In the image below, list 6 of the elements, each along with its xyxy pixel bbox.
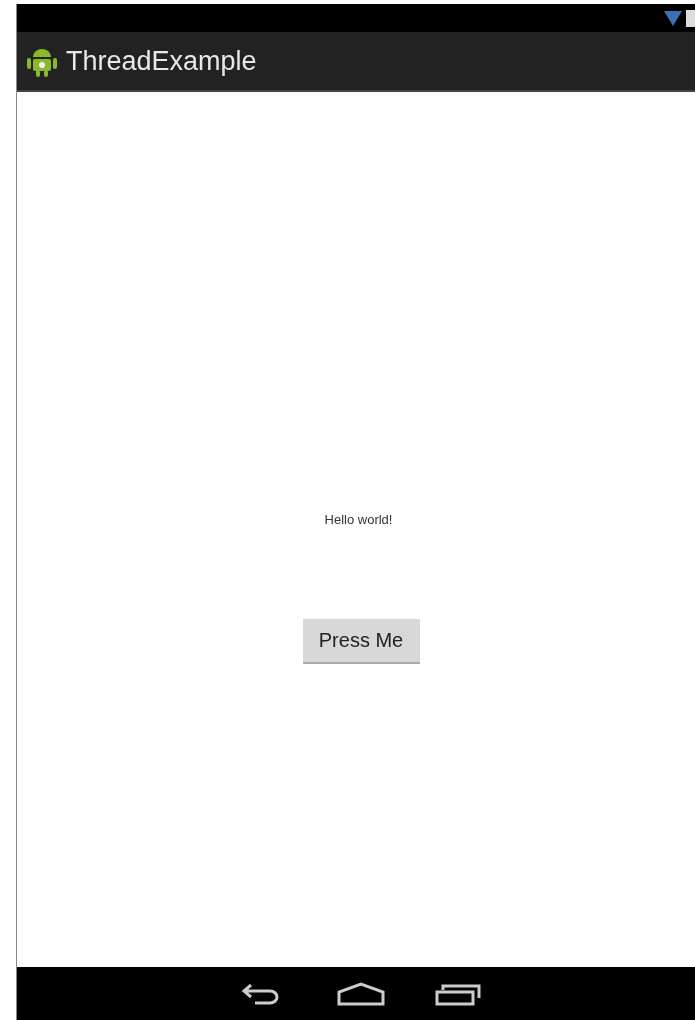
wifi-icon bbox=[664, 10, 682, 26]
press-me-button[interactable]: Press Me bbox=[302, 619, 420, 664]
hello-text: Hello world! bbox=[324, 512, 393, 527]
app-title: ThreadExample bbox=[66, 45, 257, 77]
home-icon[interactable] bbox=[337, 981, 385, 1006]
battery-icon bbox=[686, 9, 695, 27]
